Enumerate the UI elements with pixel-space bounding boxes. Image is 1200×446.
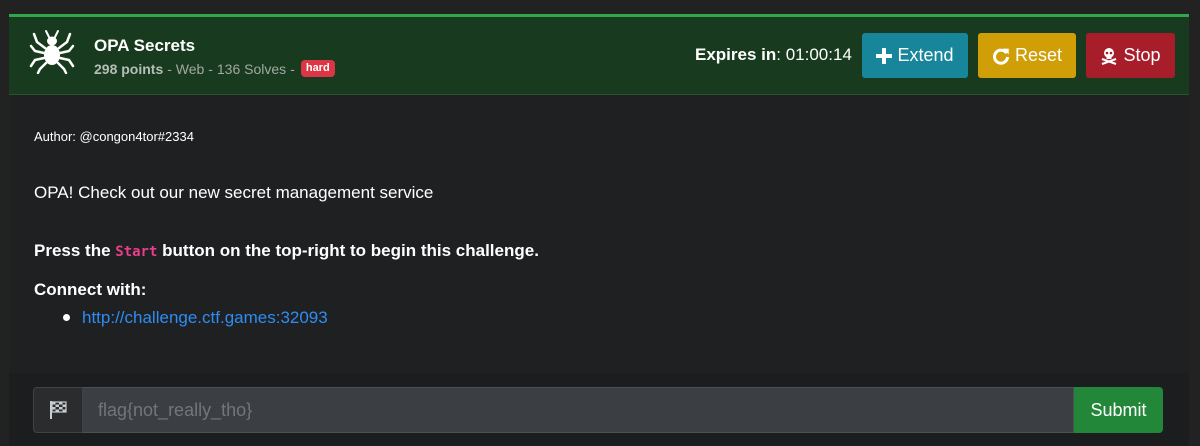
- stop-button[interactable]: Stop: [1086, 33, 1175, 78]
- connect-label: Connect with:: [34, 280, 147, 299]
- challenge-author: Author: @congon4tor#2334: [34, 129, 194, 144]
- extend-label: Extend: [897, 45, 954, 65]
- expiry-label: Expires in: [695, 45, 777, 64]
- meta-separator: -: [290, 60, 295, 77]
- flag-input[interactable]: [83, 387, 1074, 433]
- reset-label: Reset: [1014, 45, 1063, 65]
- expiry-colon: :: [776, 45, 786, 64]
- challenge-description: OPA! Check out our new secret management…: [34, 183, 434, 202]
- press-suffix: button on the top-right to begin this ch…: [157, 241, 539, 260]
- challenge-card: OPA Secrets 298 points - Web - 136 Solve…: [9, 14, 1189, 446]
- challenge-category: - Web -: [167, 60, 213, 77]
- expiry-timer: Expires in: 01:00:14: [695, 45, 852, 65]
- flag-submission-form: Submit: [9, 373, 1189, 446]
- challenge-points: 298 points: [94, 60, 164, 77]
- reset-button[interactable]: Reset: [978, 33, 1076, 78]
- challenge-meta: 298 points - Web - 136 Solves - hard: [94, 60, 335, 77]
- stop-label: Stop: [1123, 45, 1161, 65]
- press-prefix: Press the: [34, 241, 116, 260]
- flag-input-addon: [33, 387, 83, 433]
- plus-icon: [876, 47, 893, 64]
- list-bullet: [63, 314, 70, 321]
- spider-icon: [29, 30, 75, 74]
- difficulty-badge: hard: [300, 60, 335, 77]
- start-instructions: Press the Start button on the top-right …: [34, 241, 539, 261]
- connect-link[interactable]: http://challenge.ctf.games:32093: [82, 308, 328, 328]
- extend-button[interactable]: Extend: [862, 33, 968, 78]
- skull-crossbones-icon: [1102, 47, 1117, 65]
- challenge-header: OPA Secrets 298 points - Web - 136 Solve…: [9, 17, 1189, 95]
- checkered-flag-icon: [50, 401, 67, 419]
- submit-button[interactable]: Submit: [1074, 387, 1163, 433]
- expiry-value: 01:00:14: [785, 45, 852, 64]
- start-code: Start: [115, 244, 158, 260]
- challenge-title: OPA Secrets: [94, 36, 196, 55]
- challenge-solves: 136 Solves: [216, 60, 287, 77]
- redo-icon: [993, 48, 1009, 65]
